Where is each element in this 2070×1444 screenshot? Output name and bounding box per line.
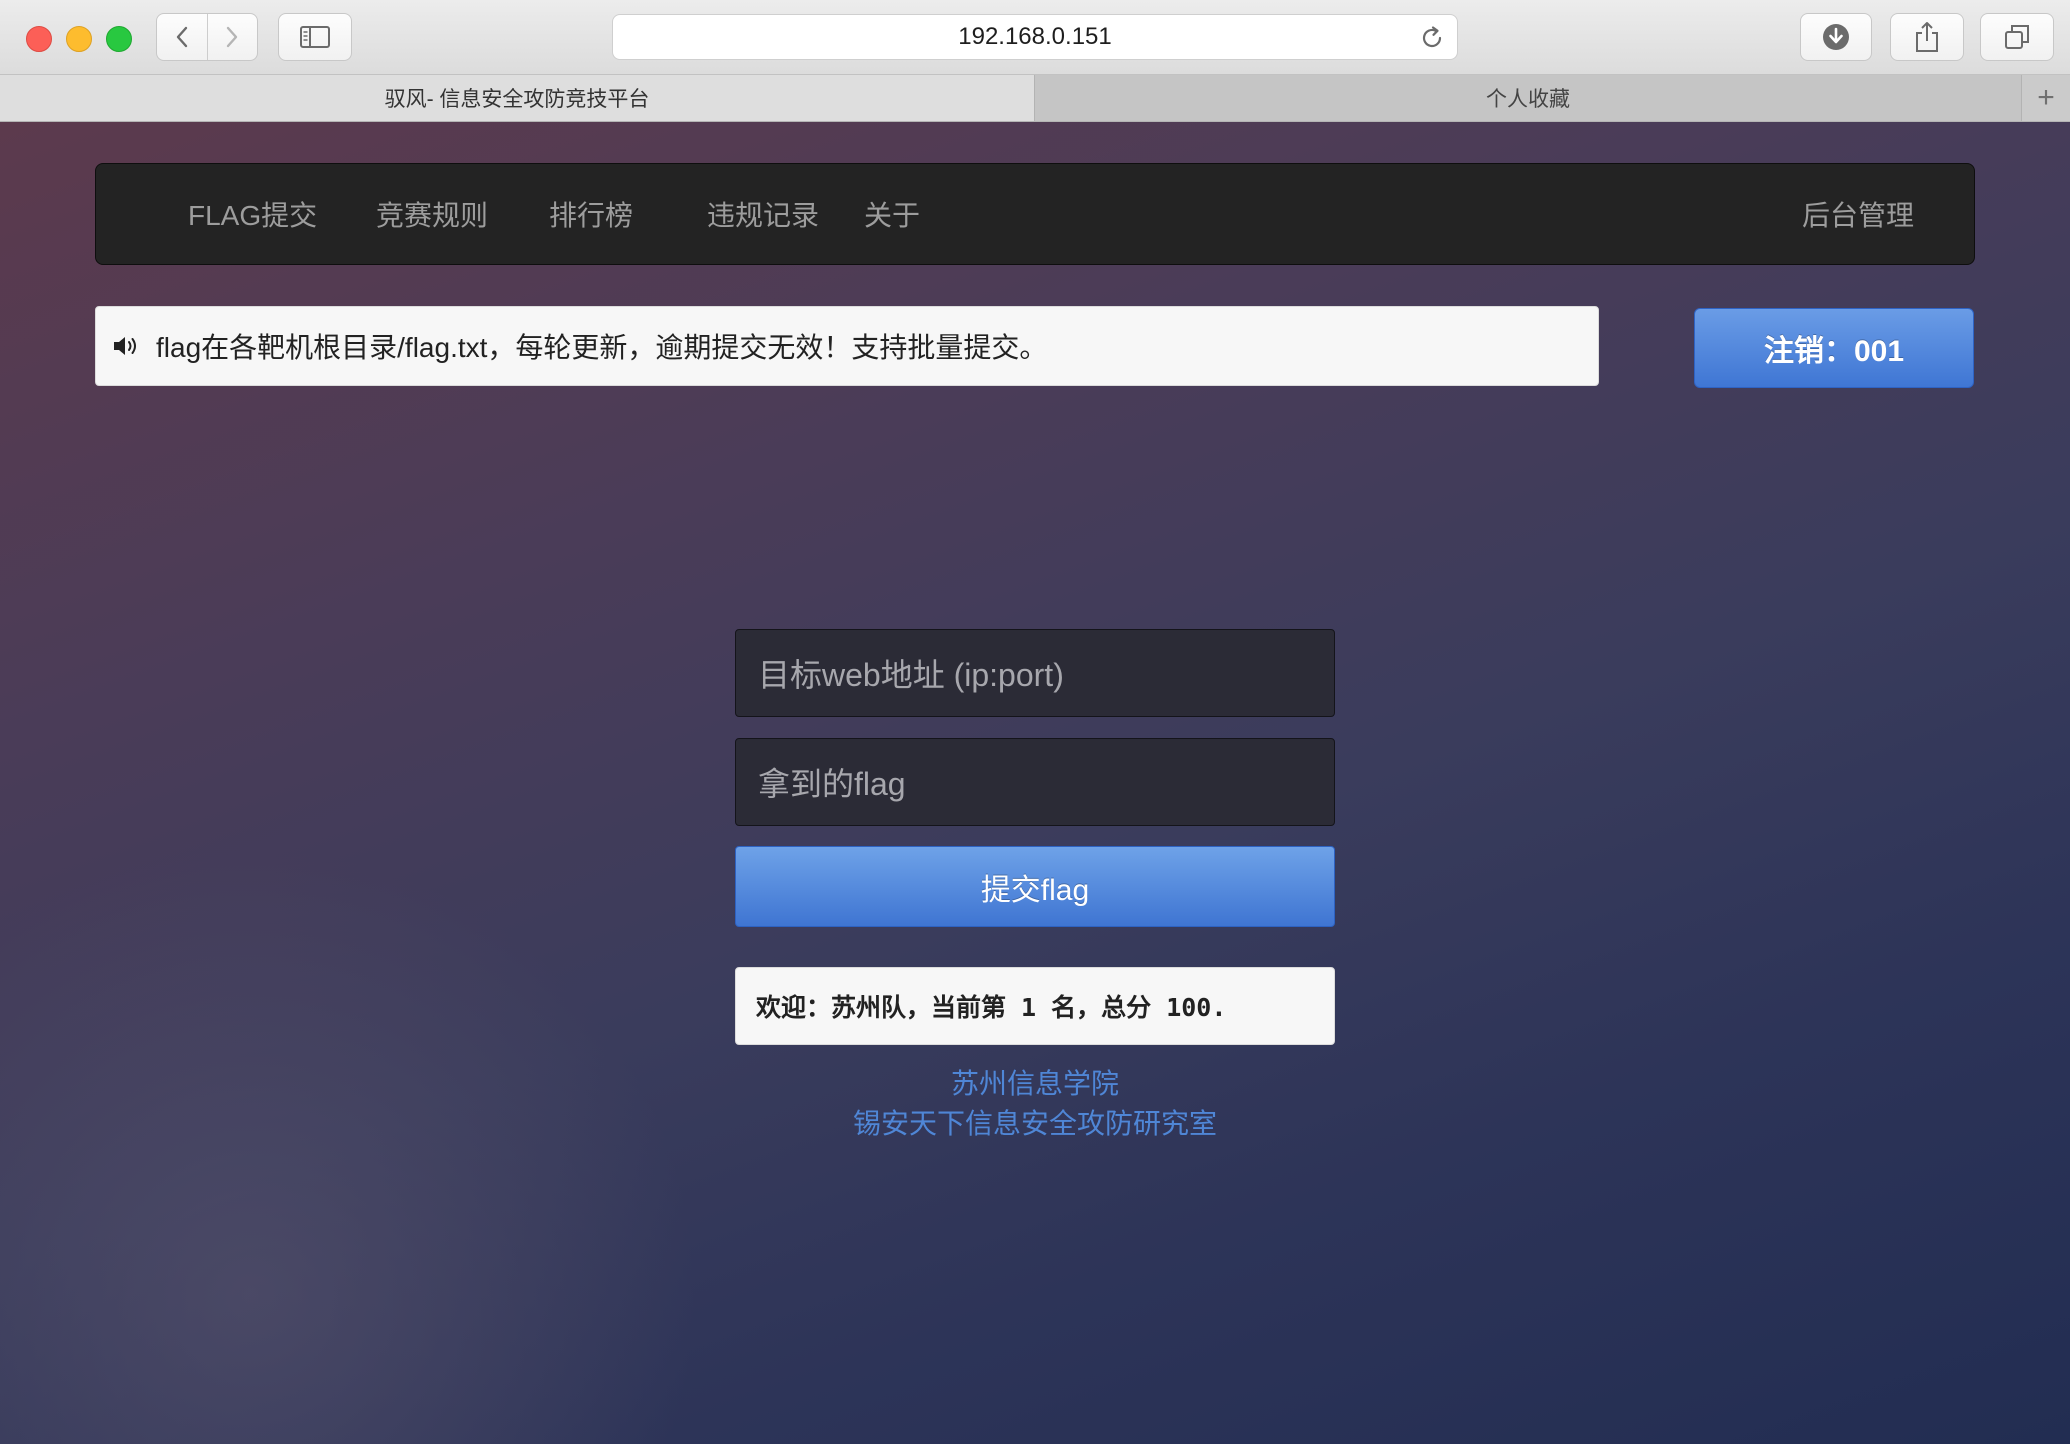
- tab-strip: 驭风- 信息安全攻防竞技平台 个人收藏 +: [0, 75, 2070, 122]
- zoom-window-button[interactable]: [106, 26, 132, 52]
- history-nav-group: [156, 13, 258, 61]
- chevron-right-icon: [227, 26, 238, 48]
- share-icon: [1916, 22, 1938, 52]
- address-url[interactable]: 192.168.0.151: [613, 15, 1457, 59]
- main-navbar: FLAG提交 竞赛规则 排行榜 违规记录 关于 后台管理: [95, 163, 1975, 265]
- share-button[interactable]: [1890, 13, 1964, 61]
- welcome-status: 欢迎：苏州队，当前第 1 名，总分 100.: [735, 967, 1335, 1045]
- download-icon: [1823, 24, 1849, 50]
- speaker-icon: [112, 334, 142, 358]
- sidebar-toggle-button[interactable]: [278, 13, 352, 61]
- back-button[interactable]: [157, 14, 207, 60]
- close-window-button[interactable]: [26, 26, 52, 52]
- footer-school-link[interactable]: 苏州信息学院: [0, 1062, 2070, 1102]
- show-tabs-button[interactable]: [1980, 13, 2054, 61]
- tab-favorites[interactable]: 个人收藏: [1035, 75, 2022, 121]
- reload-button[interactable]: [1419, 25, 1445, 56]
- tab-platform[interactable]: 驭风- 信息安全攻防竞技平台: [0, 75, 1035, 121]
- target-address-input[interactable]: 目标web地址 (ip:port): [735, 629, 1335, 717]
- notice-banner: flag在各靶机根目录/flag.txt，每轮更新，逾期提交无效！支持批量提交。: [95, 306, 1599, 386]
- nav-admin[interactable]: 后台管理: [1802, 164, 1914, 264]
- submit-flag-button[interactable]: 提交flag: [735, 846, 1335, 927]
- nav-rules[interactable]: 竞赛规则: [376, 164, 488, 264]
- page-content: FLAG提交 竞赛规则 排行榜 违规记录 关于 后台管理 flag在各靶机根目录…: [0, 122, 2070, 1444]
- browser-toolbar: 192.168.0.151: [0, 0, 2070, 75]
- nav-leaderboard[interactable]: 排行榜: [549, 164, 633, 264]
- nav-about[interactable]: 关于: [864, 164, 920, 264]
- logout-button[interactable]: 注销：001: [1694, 308, 1974, 388]
- footer-lab-link[interactable]: 锡安天下信息安全攻防研究室: [0, 1102, 2070, 1142]
- chevron-left-icon: [176, 26, 187, 48]
- forward-button[interactable]: [206, 14, 258, 60]
- sidebar-icon: [300, 26, 330, 48]
- flag-input[interactable]: 拿到的flag: [735, 738, 1335, 826]
- address-bar[interactable]: 192.168.0.151: [612, 14, 1458, 60]
- minimize-window-button[interactable]: [66, 26, 92, 52]
- downloads-button[interactable]: [1800, 13, 1872, 61]
- tabs-overview-icon: [2005, 25, 2029, 49]
- nav-violations[interactable]: 违规记录: [707, 164, 819, 264]
- notice-text: flag在各靶机根目录/flag.txt，每轮更新，逾期提交无效！支持批量提交。: [156, 332, 1048, 363]
- nav-flag-submit[interactable]: FLAG提交: [188, 164, 317, 264]
- reload-icon: [1422, 26, 1442, 48]
- new-tab-button[interactable]: +: [2022, 75, 2070, 121]
- browser-window: 192.168.0.151 驭风- 信息安全攻防竞技平台 个人收藏 + FLAG…: [0, 0, 2070, 1444]
